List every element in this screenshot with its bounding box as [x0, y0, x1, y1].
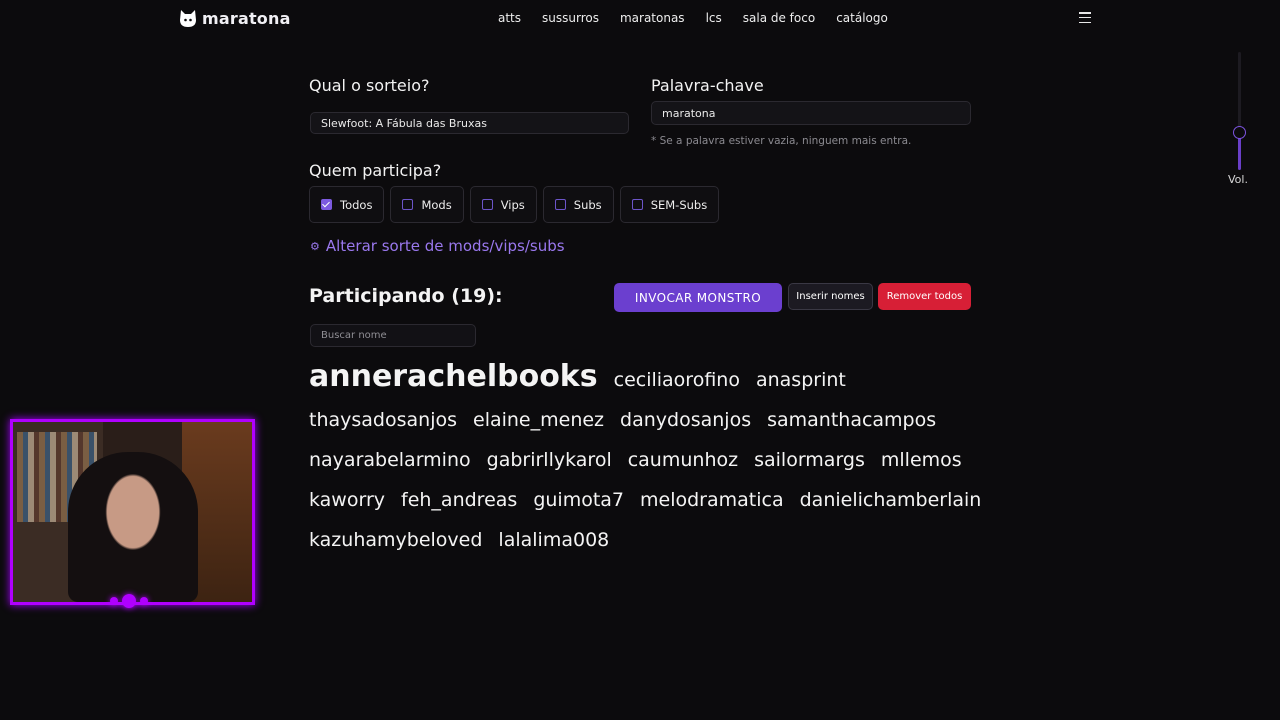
checkbox-icon	[554, 199, 566, 210]
webcam-overlay	[10, 419, 255, 605]
filter-label: Subs	[573, 197, 602, 212]
participant-name[interactable]: sailormargs	[754, 440, 865, 480]
filter-label: Todos	[340, 197, 373, 212]
participant-name[interactable]: anasprint	[756, 360, 846, 400]
remove-all-button[interactable]: Remover todos	[878, 283, 971, 310]
participant-name[interactable]: mllemos	[881, 440, 962, 480]
alter-luck-label: Alterar sorte de mods/vips/subs	[325, 237, 565, 255]
nav-item-sussurros[interactable]: sussurros	[542, 11, 599, 25]
insert-names-button[interactable]: Inserir nomes	[788, 283, 873, 310]
filter-sem-subs-checkbox[interactable]: SEM-Subs	[619, 186, 720, 223]
participant-name[interactable]: nayarabelarmino	[309, 440, 471, 480]
brand-name: maratona	[202, 8, 291, 28]
checkbox-icon	[402, 199, 414, 210]
participant-name[interactable]: caumunhoz	[628, 440, 738, 480]
raffle-input[interactable]: Slewfoot: A Fábula das Bruxas	[310, 112, 629, 134]
filter-label: Vips	[500, 197, 525, 212]
filter-mods-checkbox[interactable]: Mods	[390, 186, 464, 223]
search-name-input[interactable]: Buscar nome	[310, 324, 476, 347]
participant-name[interactable]: lalalima008	[498, 520, 609, 560]
cat-logo-icon	[180, 10, 196, 27]
participant-name[interactable]: kaworry	[309, 480, 385, 520]
participant-filter: Todos Mods Vips Subs SEM-Subs	[309, 186, 720, 223]
nav-item-maratonas[interactable]: maratonas	[620, 11, 685, 25]
participant-name[interactable]: annerachelbooks	[309, 356, 598, 398]
volume-slider-track[interactable]	[1238, 52, 1241, 170]
filter-label: Mods	[421, 197, 452, 212]
raffle-title: Qual o sorteio?	[309, 76, 430, 95]
keyword-title: Palavra-chave	[651, 76, 764, 95]
participant-name[interactable]: ceciliaorofino	[614, 360, 740, 400]
participant-name[interactable]: thaysadosanjos	[309, 400, 457, 440]
volume-label: Vol.	[1228, 173, 1248, 186]
participant-name[interactable]: danielichamberlain	[800, 480, 982, 520]
webcam-decoration	[110, 594, 148, 608]
menu-icon[interactable]	[1079, 12, 1091, 23]
filter-subs-checkbox[interactable]: Subs	[542, 186, 614, 223]
nav-item-lcs[interactable]: lcs	[706, 11, 722, 25]
checkbox-icon	[631, 199, 643, 210]
filter-label: SEM-Subs	[650, 197, 708, 212]
participant-name[interactable]: elaine_menez	[473, 400, 604, 440]
participant-name[interactable]: samanthacampos	[767, 400, 936, 440]
summon-monster-button[interactable]: INVOCAR MONSTRO	[614, 283, 782, 312]
volume-slider-handle[interactable]	[1233, 126, 1246, 139]
participant-name[interactable]: kazuhamybeloved	[309, 520, 482, 560]
checkbox-checked-icon	[321, 199, 332, 210]
participants-title: Participando (19):	[309, 285, 503, 307]
keyword-hint: * Se a palavra estiver vazia, ninguem ma…	[651, 135, 912, 147]
gear-icon: ⚙	[310, 239, 320, 253]
filter-todos-checkbox[interactable]: Todos	[309, 186, 385, 223]
who-title: Quem participa?	[309, 161, 442, 180]
filter-vips-checkbox[interactable]: Vips	[469, 186, 537, 223]
participant-name[interactable]: gabrirllykarol	[487, 440, 612, 480]
alter-luck-link[interactable]: ⚙ Alterar sorte de mods/vips/subs	[310, 237, 565, 255]
nav-item-sala-de-foco[interactable]: sala de foco	[743, 11, 815, 25]
participant-name[interactable]: melodramatica	[640, 480, 784, 520]
participant-name[interactable]: guimota7	[533, 480, 624, 520]
nav-item-atts[interactable]: atts	[498, 11, 521, 25]
participant-name[interactable]: danydosanjos	[620, 400, 751, 440]
participant-list: annerachelbooks ceciliaorofino anasprint th…	[309, 356, 989, 560]
keyword-input[interactable]: maratona	[651, 101, 971, 125]
nav-item-catalogo[interactable]: catálogo	[836, 11, 888, 25]
participant-name[interactable]: feh_andreas	[401, 480, 517, 520]
main-nav: atts sussurros maratonas lcs sala de foc…	[498, 11, 888, 25]
checkbox-icon	[481, 199, 493, 210]
brand-logo[interactable]: maratona	[179, 8, 291, 28]
